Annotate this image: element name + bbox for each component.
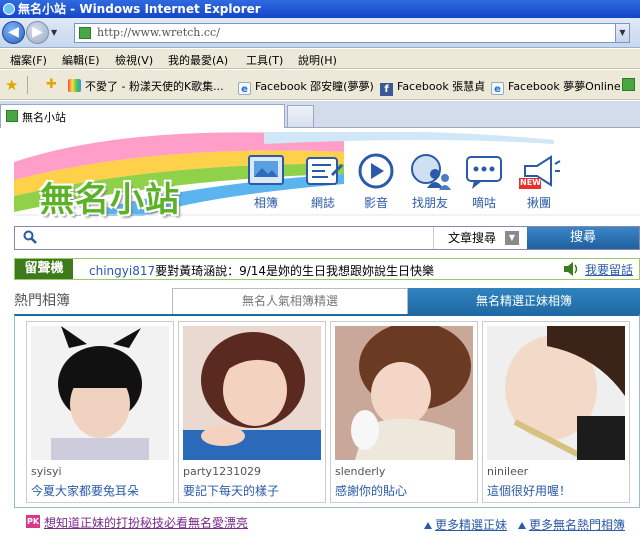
- facebook-icon: f: [380, 83, 393, 96]
- favorites-star-icon[interactable]: ★: [5, 76, 18, 94]
- menu-edit[interactable]: 編輯(E): [62, 52, 100, 68]
- album-title[interactable]: 這個很好用喔！: [487, 482, 571, 499]
- leave-message-link[interactable]: 我要留話: [585, 261, 633, 278]
- search-scope-label: 文章搜尋: [448, 231, 497, 245]
- menu-help[interactable]: 說明(H): [298, 52, 337, 68]
- nav-chat[interactable]: 嘀咕: [458, 152, 510, 211]
- shoutbox-user[interactable]: chingyi817: [89, 264, 155, 278]
- favorite-link-3[interactable]: f Facebook 張慧貞: [380, 78, 485, 96]
- shoutbox: 留聲機 chingyi817要對黃琦涵說：9/14是妳的生日我想跟妳說生日快樂 …: [14, 258, 640, 280]
- beauty-tips-link[interactable]: 想知道正妹的打扮秘技必看無名愛漂亮: [44, 514, 248, 531]
- add-favorite-icon[interactable]: ✚: [46, 77, 57, 92]
- more-hot-albums-link[interactable]: 更多無名熱門相簿: [518, 516, 625, 533]
- hot-albums-heading: 熱門相簿: [14, 293, 70, 309]
- chat-bubble-icon: [462, 152, 506, 192]
- album-owner[interactable]: syisyi: [31, 465, 62, 478]
- favorite-link-4[interactable]: e Facebook 夢夢Online: [491, 78, 621, 95]
- internet-explorer-icon: [3, 3, 15, 15]
- window-title-bar: 無名小站 - Windows Internet Explorer: [0, 0, 640, 18]
- album-card[interactable]: party1231029 要記下每天的樣子: [178, 321, 326, 503]
- tab-featured-girls[interactable]: 無名精選正妹相簿: [408, 288, 640, 314]
- shoutbox-tag: 留聲機: [15, 259, 73, 279]
- album-card[interactable]: ninileer 這個很好用喔！: [482, 321, 630, 503]
- favorites-bar: ★ ✚ 不愛了 - 粉漾天使的K歌集... e Facebook 邵安瞳(夢夢) …: [0, 70, 640, 100]
- search-input[interactable]: [43, 229, 433, 247]
- album-thumbnail[interactable]: [335, 326, 473, 460]
- separator: [27, 76, 28, 94]
- menu-file[interactable]: 檔案(F): [10, 52, 47, 68]
- album-card[interactable]: syisyi 今夏大家都要兔耳朵: [26, 321, 174, 503]
- nav-blog[interactable]: 網誌: [297, 152, 349, 211]
- album-title[interactable]: 要記下每天的樣子: [183, 482, 279, 499]
- shoutbox-message[interactable]: chingyi817要對黃琦涵說：9/14是妳的生日我想跟妳說生日快樂: [89, 262, 434, 279]
- web-page: 無名小站 相簿 網誌 影音 找朋友 嘀咕 NEW 揪團 文章搜尋 ▼ 搜尋 留聲…: [0, 128, 640, 542]
- tab-label: 無名小站: [22, 111, 66, 124]
- address-url[interactable]: http://www.wretch.cc/: [97, 26, 220, 39]
- album-title[interactable]: 感謝你的貼心: [335, 482, 407, 499]
- tab-popular-albums[interactable]: 無名人氣相簿精選: [172, 288, 408, 314]
- site-logo[interactable]: 無名小站: [40, 172, 180, 221]
- album-owner[interactable]: slenderly: [335, 465, 385, 478]
- ie-page-icon: e: [238, 82, 251, 95]
- pk-badge: PK: [26, 515, 40, 528]
- shoutbox-text: 要對黃琦涵說：9/14是妳的生日我想跟妳說生日快樂: [155, 264, 435, 278]
- back-button[interactable]: ◀: [2, 21, 25, 44]
- address-dropdown-icon[interactable]: ▼: [615, 24, 629, 42]
- search-button[interactable]: 搜尋: [527, 227, 639, 249]
- site-favicon-icon: [622, 78, 635, 91]
- new-badge: NEW: [520, 178, 541, 187]
- nav-find-friends[interactable]: 找朋友: [404, 152, 456, 211]
- menu-favorites[interactable]: 我的最愛(A): [168, 52, 228, 68]
- favorite-link-5[interactable]: [622, 78, 639, 92]
- album-thumbnail[interactable]: [31, 326, 169, 460]
- favorite-link-1[interactable]: 不愛了 - 粉漾天使的K歌集...: [68, 78, 224, 94]
- search-icon: [23, 230, 37, 244]
- nav-video[interactable]: 影音: [350, 152, 402, 211]
- search-scope-select[interactable]: 文章搜尋 ▼: [433, 227, 527, 249]
- site-favicon-icon: [79, 27, 91, 39]
- menu-view[interactable]: 檢視(V): [115, 52, 153, 68]
- triangle-icon: [424, 522, 432, 529]
- site-favicon-icon: [6, 110, 18, 122]
- megaphone-new-icon: NEW: [517, 152, 561, 192]
- album-thumbnail[interactable]: [183, 326, 321, 460]
- window-title: 無名小站 - Windows Internet Explorer: [18, 2, 261, 16]
- rainbow-site-icon: [68, 79, 81, 92]
- album-owner[interactable]: party1231029: [183, 465, 261, 478]
- new-tab-button[interactable]: [287, 105, 314, 127]
- menu-bar: 檔案(F) 編輯(E) 檢視(V) 我的最愛(A) 工具(T) 說明(H): [0, 49, 640, 69]
- album-title[interactable]: 今夏大家都要兔耳朵: [31, 482, 139, 499]
- address-field[interactable]: http://www.wretch.cc/ ▼: [74, 23, 630, 43]
- video-play-icon: [354, 152, 398, 192]
- more-featured-girls-link[interactable]: 更多精選正妹: [424, 516, 507, 533]
- tab-bar: 無名小站: [0, 101, 640, 128]
- history-dropdown-icon[interactable]: ▼: [51, 28, 57, 37]
- forward-button[interactable]: ▶: [26, 21, 49, 44]
- album-thumbnail[interactable]: [487, 326, 625, 460]
- ie-page-icon: e: [491, 82, 504, 95]
- album-icon: [244, 152, 288, 192]
- triangle-icon: [518, 522, 526, 529]
- menu-tools[interactable]: 工具(T): [246, 52, 283, 68]
- album-card[interactable]: slenderly 感謝你的貼心: [330, 321, 478, 503]
- album-owner[interactable]: ninileer: [487, 465, 528, 478]
- blog-icon: [301, 152, 345, 192]
- search-bar: 文章搜尋 ▼ 搜尋: [14, 226, 640, 250]
- favorite-link-2[interactable]: e Facebook 邵安瞳(夢夢): [238, 78, 374, 95]
- chevron-down-icon[interactable]: ▼: [505, 231, 519, 245]
- browser-tab[interactable]: 無名小站: [0, 104, 285, 128]
- nav-album[interactable]: 相簿: [240, 152, 292, 211]
- nav-group[interactable]: NEW 揪團: [513, 152, 565, 211]
- speaker-icon: [564, 262, 578, 276]
- site-banner: 無名小站 相簿 網誌 影音 找朋友 嘀咕 NEW 揪團: [14, 132, 640, 220]
- find-friends-icon: [408, 152, 452, 192]
- address-toolbar: ◀ ▶ ▼ http://www.wretch.cc/ ▼: [0, 18, 640, 48]
